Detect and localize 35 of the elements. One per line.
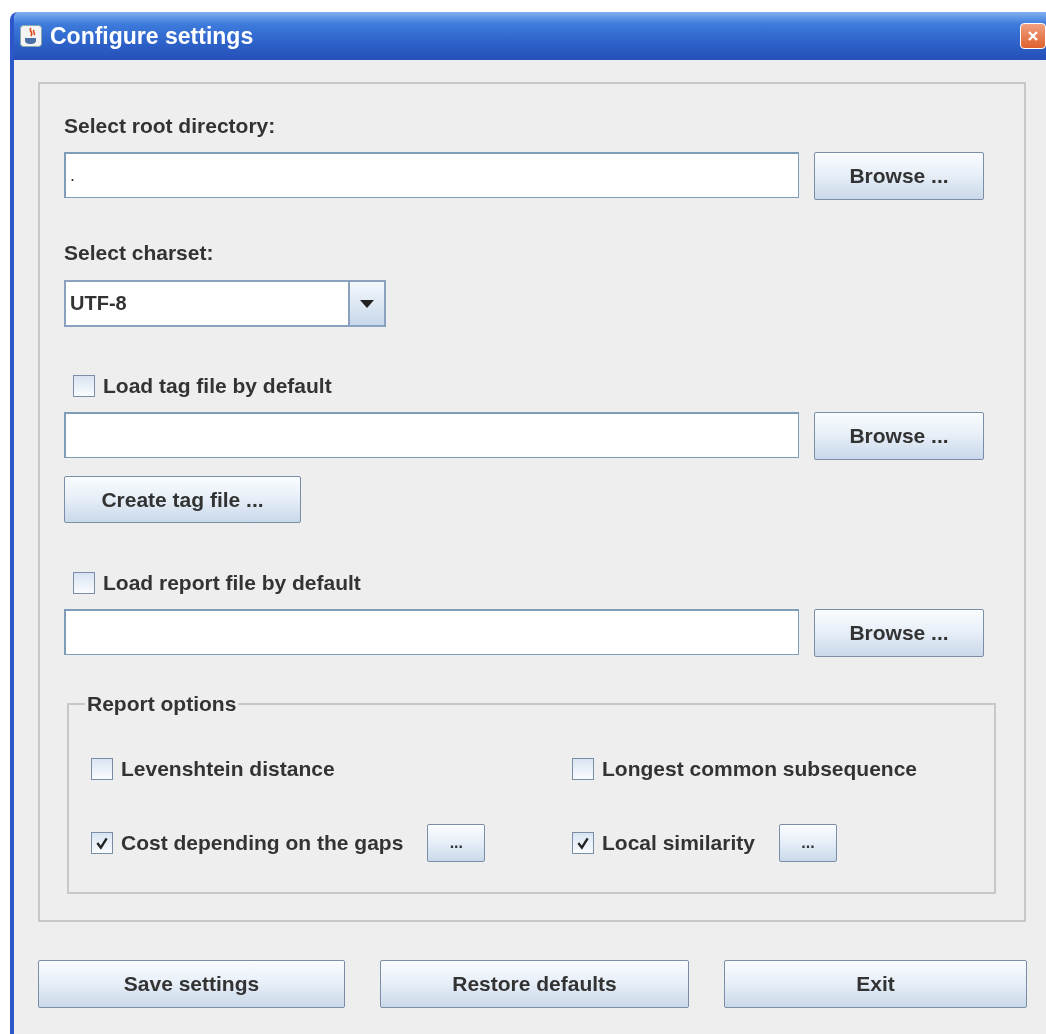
dropdown-arrow-icon — [360, 299, 374, 308]
browse-button[interactable]: Browse ... — [814, 609, 984, 657]
coffee-cup-icon — [20, 25, 42, 47]
check-icon — [576, 836, 590, 850]
checkbox[interactable] — [73, 572, 95, 594]
checkbox[interactable] — [91, 832, 113, 854]
root-directory-label: Select root directory: — [64, 114, 277, 138]
report-file-field[interactable] — [64, 609, 799, 655]
browse-button[interactable]: Browse ... — [814, 152, 984, 200]
browse-button[interactable]: Browse ... — [814, 412, 984, 460]
checkbox-label[interactable]: Levenshtein distance — [121, 757, 335, 781]
checkbox-label[interactable]: Load tag file by default — [103, 374, 332, 398]
dialog-button[interactable]: Restore defaults — [380, 960, 689, 1008]
charset-label: Select charset: — [64, 241, 215, 265]
tag-file-field[interactable] — [64, 412, 799, 458]
checkbox-label[interactable]: Longest common subsequence — [602, 757, 918, 781]
close-icon — [1027, 30, 1039, 42]
create-tag-file-button[interactable]: Create tag file ... — [64, 476, 301, 523]
dialog-button[interactable]: Exit — [724, 960, 1027, 1008]
checkbox-label[interactable]: Cost depending on the gaps — [121, 831, 404, 855]
window-title: Configure settings — [50, 22, 254, 50]
group-title: Report options — [86, 692, 238, 716]
charset-dropdown[interactable]: UTF-8 — [64, 280, 386, 327]
dialog-button[interactable]: Save settings — [38, 960, 345, 1008]
root-directory-field[interactable]: . — [64, 152, 799, 198]
options-button[interactable]: ... — [778, 824, 837, 862]
close-button[interactable] — [1020, 23, 1046, 49]
checkbox[interactable] — [572, 832, 594, 854]
checkbox[interactable] — [91, 758, 113, 780]
checkbox-label[interactable]: Local similarity — [602, 831, 755, 855]
checkbox[interactable] — [73, 375, 95, 397]
check-icon — [95, 836, 109, 850]
options-button[interactable]: ... — [427, 824, 486, 862]
checkbox-label[interactable]: Load report file by default — [103, 571, 361, 595]
checkbox[interactable] — [572, 758, 594, 780]
